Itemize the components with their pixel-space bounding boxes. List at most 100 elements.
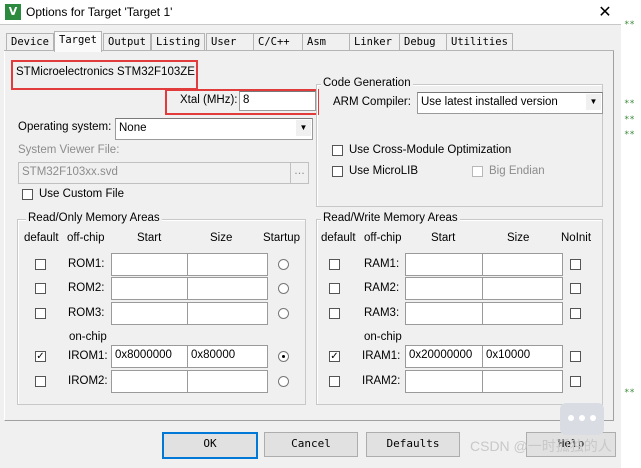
cancel-button[interactable]: Cancel — [264, 432, 358, 457]
ram1-default-checkbox[interactable] — [329, 259, 340, 270]
compiler-label: ARM Compiler: — [333, 96, 411, 108]
ro-header-start: Start — [137, 232, 162, 244]
ram2-label: RAM2: — [364, 282, 400, 294]
rom1-default-checkbox[interactable] — [35, 259, 46, 270]
chevron-down-icon[interactable]: ▼ — [586, 94, 601, 110]
os-select[interactable]: None ▼ — [115, 118, 313, 140]
ram1-start-input[interactable] — [405, 253, 486, 276]
irom2-default-checkbox[interactable] — [35, 376, 46, 387]
rom2-label: ROM2: — [68, 282, 105, 294]
rom3-default-checkbox[interactable] — [35, 308, 46, 319]
ram3-noinit-checkbox[interactable] — [570, 308, 581, 319]
ram1-noinit-checkbox[interactable] — [570, 259, 581, 270]
cross-module-label: Use Cross-Module Optimization — [349, 144, 512, 156]
edge-mark: ** — [624, 20, 635, 30]
chevron-down-icon[interactable]: ▼ — [296, 120, 311, 136]
ram3-default-checkbox[interactable] — [329, 308, 340, 319]
rom1-startup-radio[interactable] — [278, 259, 289, 270]
ram2-start-input[interactable] — [405, 277, 486, 300]
irom2-start-input[interactable] — [111, 370, 192, 393]
iram1-size-input[interactable]: 0x10000 — [482, 345, 563, 368]
svf-browse-button: ... — [290, 162, 309, 184]
rw-header-start: Start — [431, 232, 456, 244]
close-icon[interactable]: ✕ — [590, 1, 620, 23]
xtal-input[interactable]: 8 — [239, 91, 316, 111]
compiler-select[interactable]: Use latest installed version ▼ — [417, 92, 603, 114]
irom1-start-input[interactable]: 0x8000000 — [111, 345, 192, 368]
os-value: None — [119, 122, 147, 134]
rw-header-default: default — [321, 232, 356, 244]
rom3-startup-radio[interactable] — [278, 308, 289, 319]
xtal-label: Xtal (MHz): — [180, 94, 238, 106]
rom2-startup-radio[interactable] — [278, 283, 289, 294]
iram2-noinit-checkbox[interactable] — [570, 376, 581, 387]
irom2-label: IROM2: — [68, 375, 108, 387]
cross-module-checkbox[interactable] — [332, 145, 343, 156]
ram2-size-input[interactable] — [482, 277, 563, 300]
chat-bubble-icon — [560, 403, 604, 435]
rom3-start-input[interactable] — [111, 302, 192, 325]
rw-header-noinit: NoInit — [561, 232, 592, 244]
irom2-size-input[interactable] — [187, 370, 268, 393]
ro-onchip-label: on-chip — [69, 331, 107, 343]
rw-header-size: Size — [507, 232, 530, 244]
tab-device[interactable]: Device — [6, 33, 54, 51]
rw-onchip-label: on-chip — [364, 331, 402, 343]
iram2-size-input[interactable] — [482, 370, 563, 393]
ro-header-offchip: off-chip — [67, 232, 105, 244]
ram2-noinit-checkbox[interactable] — [570, 283, 581, 294]
ro-header-default: default — [24, 232, 59, 244]
tab-utilities[interactable]: Utilities — [446, 33, 513, 51]
ram3-size-input[interactable] — [482, 302, 563, 325]
rom1-label: ROM1: — [68, 258, 105, 270]
irom1-startup-radio[interactable] — [278, 351, 289, 362]
iram1-start-input[interactable]: 0x20000000 — [405, 345, 486, 368]
ram1-size-input[interactable] — [482, 253, 563, 276]
big-endian-label: Big Endian — [489, 165, 545, 177]
custom-file-checkbox[interactable] — [22, 189, 33, 200]
edge-mark: ** — [624, 99, 635, 109]
compiler-value: Use latest installed version — [421, 96, 558, 108]
os-label: Operating system: — [18, 121, 112, 133]
iram2-start-input[interactable] — [405, 370, 486, 393]
rom2-default-checkbox[interactable] — [35, 283, 46, 294]
tab-listing[interactable]: Listing — [151, 33, 206, 51]
rw-header-offchip: off-chip — [364, 232, 402, 244]
rom1-start-input[interactable] — [111, 253, 192, 276]
rw-memory-title: Read/Write Memory Areas — [321, 212, 460, 224]
tab-output[interactable]: Output — [103, 33, 151, 51]
background-editor-edge: ** ** ** ** ** — [621, 0, 641, 468]
ro-header-size: Size — [210, 232, 233, 244]
uvision-logo-icon: V — [5, 4, 21, 20]
rom2-size-input[interactable] — [187, 277, 268, 300]
rom2-start-input[interactable] — [111, 277, 192, 300]
ram2-default-checkbox[interactable] — [329, 283, 340, 294]
iram2-default-checkbox[interactable] — [329, 376, 340, 387]
ram3-label: RAM3: — [364, 307, 400, 319]
custom-file-label: Use Custom File — [39, 188, 124, 200]
window-title: Options for Target 'Target 1' — [26, 5, 173, 19]
csdn-watermark: CSDN @一时孤独的人 — [470, 438, 612, 454]
big-endian-checkbox — [472, 166, 483, 177]
irom1-size-input[interactable]: 0x80000 — [187, 345, 268, 368]
tab-target[interactable]: Target — [54, 31, 102, 52]
svf-label: System Viewer File: — [18, 144, 120, 156]
ok-button[interactable]: OK — [162, 432, 258, 459]
irom1-default-checkbox[interactable]: ✓ — [35, 351, 46, 362]
iram1-noinit-checkbox[interactable] — [570, 351, 581, 362]
irom1-label: IROM1: — [68, 350, 108, 362]
rom3-size-input[interactable] — [187, 302, 268, 325]
defaults-button[interactable]: Defaults — [366, 432, 460, 457]
irom2-startup-radio[interactable] — [278, 376, 289, 387]
edge-mark: ** — [624, 115, 635, 125]
rom1-size-input[interactable] — [187, 253, 268, 276]
ram1-label: RAM1: — [364, 258, 400, 270]
edge-mark: ** — [624, 388, 635, 398]
ram3-start-input[interactable] — [405, 302, 486, 325]
rom3-label: ROM3: — [68, 307, 105, 319]
microlib-label: Use MicroLIB — [349, 165, 419, 177]
microlib-checkbox[interactable] — [332, 166, 343, 177]
ro-memory-title: Read/Only Memory Areas — [26, 212, 162, 224]
iram1-default-checkbox[interactable]: ✓ — [329, 351, 340, 362]
iram2-label: IRAM2: — [362, 375, 401, 387]
